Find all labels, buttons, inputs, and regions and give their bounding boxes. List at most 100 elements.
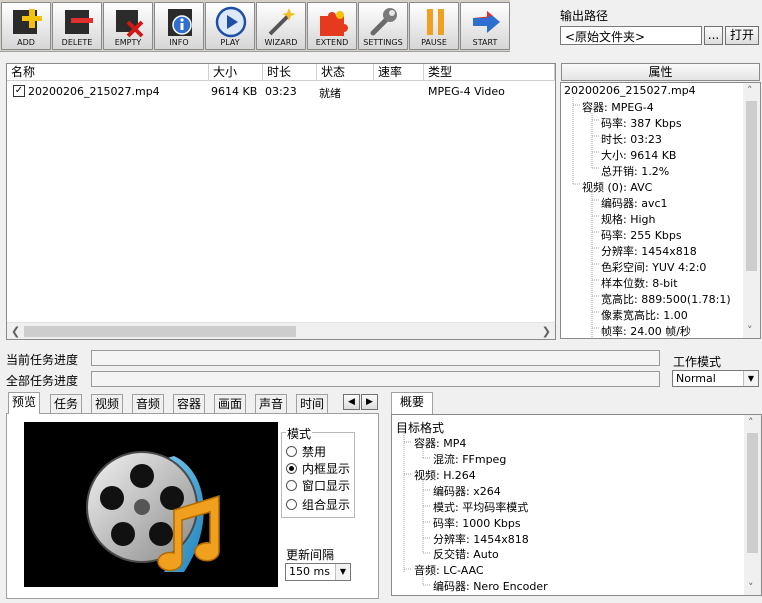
output-path-field[interactable]: <原始文件夹> [560, 26, 702, 45]
total-task-progress-label: 全部任务进度 [6, 374, 79, 388]
mode-radio-inline[interactable] [286, 463, 297, 474]
pause-button[interactable]: PAUSE [409, 2, 459, 50]
scroll-up-icon[interactable]: ˄ [748, 416, 754, 429]
scroll-down-icon[interactable]: ˅ [748, 581, 754, 594]
property-item: 宽高比: 889:500(1.78:1) [601, 293, 731, 306]
column-header-duration[interactable]: 时长 [263, 64, 317, 81]
start-button-label: START [472, 38, 498, 47]
properties-scrollbar[interactable]: ˄ ˅ [743, 83, 760, 338]
info-button[interactable]: INFO [154, 2, 204, 50]
delete-button-label: DELETE [61, 38, 93, 47]
properties-scroll-thumb[interactable] [746, 101, 757, 271]
tab-scroll-left-button[interactable]: ◀ [343, 394, 360, 410]
properties-tree[interactable]: 20200206_215027.mp4 容器: MPEG-4 码率: 387 K… [560, 82, 761, 339]
info-button-label: INFO [169, 38, 189, 47]
summary-item: 混流: FFmpeg [433, 453, 507, 466]
tab-video[interactable]: 视频 [91, 394, 124, 413]
tab-scroll-right-button[interactable]: ▶ [361, 394, 378, 410]
scroll-left-icon[interactable]: ❮ [11, 325, 20, 338]
current-task-progress-label: 当前任务进度 [6, 353, 79, 367]
scroll-down-icon[interactable]: ˅ [747, 324, 753, 337]
start-button[interactable]: START [460, 2, 510, 50]
summary-item: 模式: 平均码率模式 [433, 501, 529, 514]
property-video[interactable]: 视频 (0): AVC [582, 179, 652, 195]
mode-radio-combined[interactable] [286, 499, 297, 510]
settings-wrench-icon [370, 8, 397, 36]
add-button[interactable]: ADD [1, 2, 51, 50]
summary-item: 编码器: Nero Encoder [433, 580, 548, 593]
delete-minus-icon [65, 10, 93, 34]
summary-video[interactable]: 视频: H.264 [414, 467, 476, 483]
property-root[interactable]: 20200206_215027.mp4 [564, 84, 696, 97]
play-button[interactable]: PLAY [205, 2, 255, 50]
update-interval-select[interactable]: 150 ms ▼ [285, 563, 351, 581]
property-item: 规格: High [601, 213, 656, 226]
file-checkbox[interactable]: ✓ [13, 85, 25, 97]
open-folder-button[interactable]: 打开 [725, 26, 759, 45]
browse-button[interactable]: ... [704, 26, 723, 45]
summary-item: 反交错: Auto [433, 548, 499, 561]
summary-audio[interactable]: 音频: LC-AAC [414, 562, 484, 578]
current-task-progress-bar [91, 350, 660, 366]
summary-container[interactable]: 容器: MP4 [414, 435, 466, 451]
properties-header: 属性 [561, 63, 760, 81]
scroll-up-icon[interactable]: ˄ [747, 84, 753, 97]
extend-button-label: EXTEND [315, 38, 349, 47]
column-header-speed[interactable]: 速率 [374, 64, 424, 81]
wizard-button-label: WIZARD [264, 38, 298, 47]
tab-task[interactable]: 任务 [50, 394, 83, 413]
column-header-name[interactable]: 名称 [7, 64, 209, 81]
column-header-size[interactable]: 大小 [209, 64, 263, 81]
chevron-down-icon[interactable]: ▼ [743, 371, 758, 386]
tab-container[interactable]: 容器 [173, 394, 206, 413]
property-container[interactable]: 容器: MPEG-4 [582, 99, 654, 115]
pause-button-label: PAUSE [421, 38, 447, 47]
delete-button[interactable]: DELETE [52, 2, 102, 50]
scroll-right-icon[interactable]: ❯ [542, 325, 551, 338]
file-list[interactable]: 名称 大小 时长 状态 速率 类型 ✓ 20200206_215027.mp4 … [6, 63, 556, 340]
empty-button-label: EMPTY [114, 38, 142, 47]
mode-radio-label: 窗口显示 [302, 479, 351, 493]
summary-scrollbar[interactable]: ˄ ˅ [744, 415, 761, 595]
mode-radio-disabled[interactable] [286, 446, 297, 457]
tab-preview[interactable]: 预览 [8, 392, 41, 414]
settings-button-label: SETTINGS [363, 38, 403, 47]
file-name: 20200206_215027.mp4 [28, 85, 160, 98]
settings-button[interactable]: SETTINGS [358, 2, 408, 50]
work-mode-select[interactable]: Normal ▼ [672, 370, 759, 387]
column-header-type[interactable]: 类型 [424, 64, 555, 81]
add-plus-icon [13, 9, 42, 34]
tab-audio[interactable]: 音频 [132, 394, 165, 413]
summary-tree[interactable]: 目标格式 容器: MP4 混流: FFmpeg 视频: H.264 编码器: x… [391, 414, 762, 596]
tab-summary[interactable]: 概要 [391, 392, 433, 414]
summary-root[interactable]: 目标格式 [396, 419, 444, 436]
tab-picture[interactable]: 画面 [214, 394, 247, 413]
output-path-label: 输出路径 [560, 9, 609, 23]
film-reel-music-logo [86, 451, 220, 572]
tab-time[interactable]: 时间 [296, 394, 329, 413]
pause-icon [427, 9, 444, 35]
extend-button[interactable]: EXTEND [307, 2, 357, 50]
triangle-left-icon: ◀ [348, 397, 355, 407]
property-item: 帧率: 24.00 帧/秒 [601, 325, 691, 338]
column-header-status[interactable]: 状态 [317, 64, 374, 81]
extend-puzzle-icon [320, 11, 348, 36]
table-row[interactable]: ✓ 20200206_215027.mp4 9614 KB 03:23 就绪 M… [7, 83, 555, 100]
summary-item: 码率: 1000 Kbps [433, 517, 521, 530]
summary-scroll-thumb[interactable] [747, 433, 758, 553]
file-list-scroll-thumb[interactable] [24, 326, 296, 337]
wizard-button[interactable]: WIZARD [256, 2, 306, 50]
property-item: 编码器: avc1 [601, 197, 668, 210]
preview-window [24, 422, 278, 587]
mode-group-label: 模式 [286, 425, 313, 442]
mode-radio-window[interactable] [286, 480, 297, 491]
file-list-horizontal-scrollbar[interactable]: ❮ ❯ [7, 322, 555, 339]
property-item: 分辨率: 1454x818 [601, 245, 697, 258]
tab-sound[interactable]: 声音 [255, 394, 288, 413]
property-item: 码率: 255 Kbps [601, 229, 682, 242]
empty-button[interactable]: EMPTY [103, 2, 153, 50]
chevron-down-icon[interactable]: ▼ [335, 564, 350, 580]
wizard-wand-icon [268, 8, 296, 36]
property-item: 样本位数: 8-bit [601, 277, 678, 290]
property-item: 色彩空间: YUV 4:2:0 [601, 261, 707, 274]
